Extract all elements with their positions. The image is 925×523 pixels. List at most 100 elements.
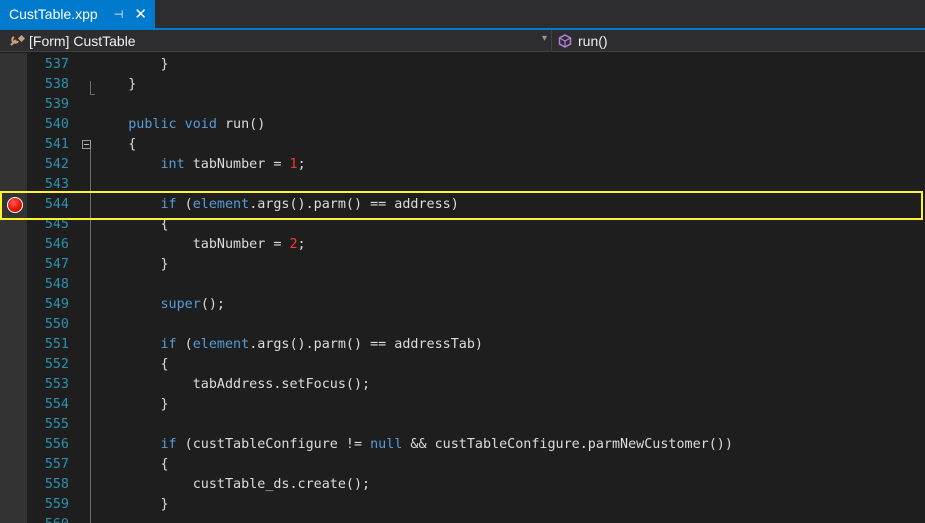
code-token: } (96, 257, 169, 272)
line-number: 547 (44, 257, 69, 272)
code-line[interactable]: 552 { (0, 355, 925, 375)
keyword-token: int (160, 157, 185, 172)
type-dropdown[interactable]: [Form] CustTable ▾ (0, 30, 551, 51)
code-line[interactable]: 554 } (0, 395, 925, 415)
code-text: tabNumber = 2; (96, 235, 306, 255)
code-token: && custTableConfigure.parmNewCustomer()) (402, 437, 733, 452)
line-number: 555 (44, 417, 69, 432)
keyword-token: null (370, 437, 403, 452)
code-token: } (96, 497, 169, 512)
breakpoint-line-highlight (0, 191, 923, 220)
code-token: ; (297, 157, 306, 172)
line-number: 538 (44, 77, 69, 92)
code-token: ( (176, 337, 193, 352)
code-text: } (96, 395, 169, 415)
code-line[interactable]: 538 } (0, 75, 925, 95)
code-line[interactable]: 547 } (0, 255, 925, 275)
keyword-token: if (160, 337, 177, 352)
breakpoint-icon[interactable] (7, 197, 23, 213)
code-line[interactable]: 542 int tabNumber = 1; (0, 155, 925, 175)
code-line[interactable]: 546 tabNumber = 2; (0, 235, 925, 255)
line-number: 559 (44, 497, 69, 512)
code-text: public void run() (96, 115, 265, 135)
pin-icon[interactable]: ⊣ (112, 8, 126, 21)
code-text: } (96, 495, 169, 515)
form-icon (9, 34, 29, 48)
code-line[interactable]: 541 { (0, 135, 925, 155)
line-number: 554 (44, 397, 69, 412)
member-dropdown-label: run() (578, 32, 608, 49)
code-text: } (96, 255, 169, 275)
code-line[interactable]: 556 if (custTableConfigure != null && cu… (0, 435, 925, 455)
code-token: .args().parm() == addressTab) (249, 337, 483, 352)
code-line[interactable]: 548 (0, 275, 925, 295)
code-line[interactable]: 560 (0, 515, 925, 523)
close-icon[interactable]: ✕ (134, 5, 148, 23)
line-number: 557 (44, 457, 69, 472)
code-token: { (96, 357, 169, 372)
line-number: 540 (44, 117, 69, 132)
line-number: 556 (44, 437, 69, 452)
code-line[interactable]: 549 super(); (0, 295, 925, 315)
keyword-token: super (160, 297, 201, 312)
line-number: 558 (44, 477, 69, 492)
code-token: } (96, 77, 137, 92)
line-number: 541 (44, 137, 69, 152)
code-text: } (96, 55, 169, 75)
code-line[interactable]: 550 (0, 315, 925, 335)
code-text: if (custTableConfigure != null && custTa… (96, 435, 733, 455)
code-token: tabAddress.setFocus(); (96, 377, 371, 392)
document-tab-bar: CustTable.xpp ⊣ ✕ (0, 0, 925, 30)
code-text: { (96, 135, 136, 155)
line-number: 548 (44, 277, 69, 292)
member-dropdown[interactable]: run() (552, 30, 925, 51)
navigation-bar: [Form] CustTable ▾ run() (0, 30, 925, 52)
line-number: 560 (31, 515, 69, 523)
line-number: 537 (44, 57, 69, 72)
number-token: 2 (289, 237, 298, 252)
line-number: 539 (44, 97, 69, 112)
code-text: super(); (96, 295, 226, 315)
code-token: } (96, 57, 169, 72)
code-line[interactable]: 557 { (0, 455, 925, 475)
chevron-down-icon[interactable]: ▾ (542, 33, 547, 44)
line-number: 551 (44, 337, 69, 352)
number-token: 1 (289, 157, 298, 172)
method-icon (558, 33, 578, 48)
code-line[interactable]: 555 (0, 415, 925, 435)
keyword-token: if (160, 437, 177, 452)
collapse-icon[interactable] (82, 140, 91, 149)
line-number: 553 (44, 377, 69, 392)
code-token: run() (216, 117, 266, 132)
line-number: 549 (44, 297, 69, 312)
code-line[interactable]: 540 public void run() (0, 115, 925, 135)
code-token: } (96, 397, 169, 412)
code-line[interactable]: 553 tabAddress.setFocus(); (0, 375, 925, 395)
tab-custtable-xpp[interactable]: CustTable.xpp ⊣ ✕ (0, 0, 155, 28)
code-token: tabNumber = (96, 237, 290, 252)
line-number: 546 (44, 237, 69, 252)
code-line[interactable]: 537 } (0, 55, 925, 75)
code-text: if (element.args().parm() == addressTab) (96, 335, 483, 355)
tab-title: CustTable.xpp (9, 6, 98, 22)
type-dropdown-label: [Form] CustTable (29, 32, 136, 49)
code-editor[interactable]: 537 } 538 } 539 540 public void run() 541 {5… (0, 53, 925, 523)
code-text: { (96, 355, 169, 375)
code-text: custTable_ds.create(); (96, 475, 370, 495)
code-token: tabNumber = (184, 157, 290, 172)
code-token: ; (297, 237, 306, 252)
code-text: tabAddress.setFocus(); (96, 375, 370, 395)
keyword-token: element (192, 337, 250, 352)
code-line[interactable]: 551 if (element.args().parm() == address… (0, 335, 925, 355)
code-line[interactable]: 539 (0, 95, 925, 115)
code-token: (custTableConfigure != (176, 437, 371, 452)
code-line[interactable]: 558 custTable_ds.create(); (0, 475, 925, 495)
line-number: 542 (44, 157, 69, 172)
keyword-token: public void (128, 117, 217, 132)
code-line[interactable]: 559 } (0, 495, 925, 515)
line-number: 550 (44, 317, 69, 332)
